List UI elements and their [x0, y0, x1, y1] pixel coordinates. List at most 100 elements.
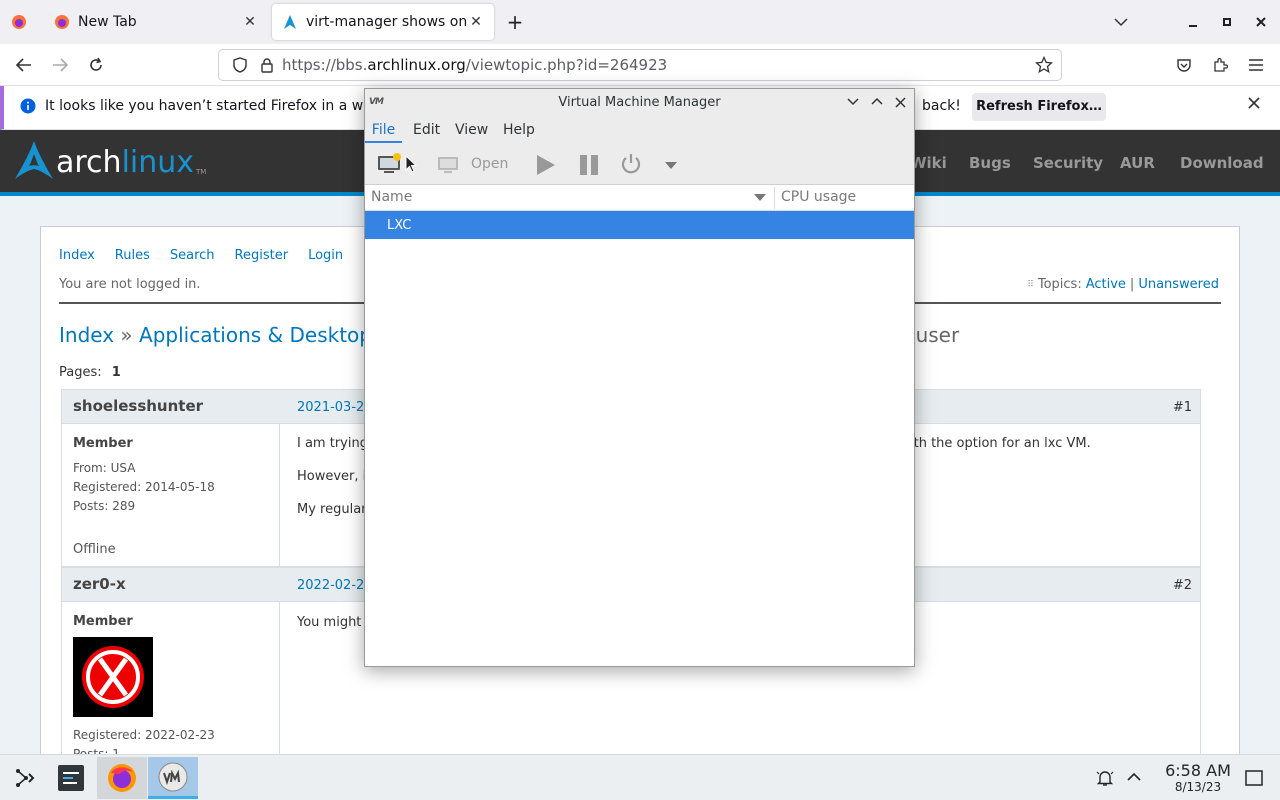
logo-text-linux: linux	[121, 145, 195, 180]
back-arrow-icon[interactable]	[10, 52, 38, 78]
nav-aur[interactable]: AUR	[1120, 130, 1155, 192]
column-cpu-usage[interactable]: CPU usage	[781, 189, 856, 205]
shield-icon[interactable]	[225, 57, 255, 73]
user-registered: Registered: 2022-02-23	[73, 728, 215, 742]
link-index[interactable]: Index	[59, 248, 95, 263]
arch-logo[interactable]: arch linux TM	[14, 140, 206, 180]
post-text-line: However, if	[297, 469, 371, 484]
power-icon[interactable]	[620, 153, 642, 175]
chevron-up-icon[interactable]	[871, 97, 883, 105]
arch-logo-icon	[15, 141, 53, 179]
dropdown-arrow-icon[interactable]	[665, 162, 677, 169]
pagination: Pages: 1	[59, 365, 121, 380]
user-role: Member	[73, 614, 133, 629]
lock-icon[interactable]	[255, 57, 279, 73]
vm-list-header: Name CPU usage	[365, 185, 914, 211]
nav-bugs[interactable]: Bugs	[969, 130, 1011, 192]
taskbar: 6:58 AM 8/13/23	[0, 754, 1280, 800]
menu-view[interactable]: View	[455, 117, 488, 143]
close-notification-icon[interactable]	[1248, 97, 1260, 109]
bookmark-star-icon[interactable]	[1035, 56, 1053, 74]
tab-new-tab[interactable]: New Tab ✕	[44, 4, 268, 40]
minimize-button[interactable]	[1176, 0, 1210, 44]
post-number[interactable]: #1	[1173, 400, 1192, 415]
task-manager-icon[interactable]	[46, 757, 96, 799]
tab-label: virt-manager shows only	[306, 14, 468, 30]
link-register[interactable]: Register	[235, 248, 289, 263]
nav-security[interactable]: Security	[1033, 130, 1103, 192]
open-console-icon[interactable]	[437, 156, 459, 174]
post-author[interactable]: zer0-x	[73, 575, 126, 593]
post-date[interactable]: 2021-03-26	[297, 400, 373, 415]
link-search[interactable]: Search	[170, 248, 215, 263]
topics-links: ⠿ Topics: Active | Unanswered	[1027, 277, 1219, 292]
vm-list-row[interactable]: LXC	[365, 211, 914, 239]
firefox-menu-icon[interactable]	[2, 0, 36, 44]
forum-links: Index Rules Search Register Login	[59, 248, 343, 263]
virt-manager-window: VM Virtual Machine Manager File Edit Vie…	[364, 88, 915, 667]
logo-text-arch: arch	[56, 145, 122, 180]
browser-tab-bar: New Tab ✕ virt-manager shows only ✕ +	[0, 0, 1280, 44]
post-text-line: My regular	[297, 502, 367, 517]
forward-arrow-icon[interactable]	[46, 52, 74, 78]
notifications-bell-icon[interactable]	[1096, 769, 1114, 787]
close-window-button[interactable]	[1244, 0, 1278, 44]
clock[interactable]: 6:58 AM 8/13/23	[1150, 761, 1246, 795]
breadcrumb: Index » Applications & Desktop En	[59, 323, 404, 347]
link-active-topics[interactable]: Active	[1086, 277, 1126, 292]
url-bar[interactable]: https://bbs.archlinux.org/viewtopic.php?…	[218, 49, 1062, 81]
tab-virt-manager[interactable]: virt-manager shows only ✕	[272, 4, 494, 40]
close-icon[interactable]	[895, 97, 906, 108]
chevron-down-icon[interactable]	[847, 98, 859, 106]
taskbar-firefox[interactable]	[97, 757, 147, 799]
app-launcher-icon[interactable]	[0, 757, 50, 799]
menu-help[interactable]: Help	[503, 117, 535, 143]
menu-file[interactable]: File	[365, 117, 402, 143]
menu-edit[interactable]: Edit	[413, 117, 440, 143]
pause-icon[interactable]	[579, 155, 599, 175]
post-number[interactable]: #2	[1173, 578, 1192, 593]
list-tabs-chevron-icon[interactable]	[1104, 0, 1138, 44]
sort-arrow-icon[interactable]	[754, 194, 766, 201]
navigation-toolbar: https://bbs.archlinux.org/viewtopic.php?…	[0, 44, 1280, 86]
open-button[interactable]: Open	[471, 156, 508, 172]
extensions-icon[interactable]	[1206, 52, 1234, 78]
play-icon[interactable]	[536, 155, 556, 175]
post-divider	[279, 424, 280, 567]
column-name[interactable]: Name	[371, 189, 412, 205]
post-date[interactable]: 2022-02-23	[297, 578, 373, 593]
link-unanswered-topics[interactable]: Unanswered	[1138, 277, 1219, 292]
avatar	[73, 637, 153, 717]
taskbar-virt-manager[interactable]	[148, 757, 198, 799]
show-desktop-icon[interactable]	[1245, 770, 1263, 786]
window-titlebar[interactable]: VM Virtual Machine Manager	[365, 89, 914, 117]
nav-wiki[interactable]: Wiki	[910, 130, 947, 192]
pocket-icon[interactable]	[1170, 52, 1198, 78]
hamburger-menu-icon[interactable]	[1242, 52, 1270, 78]
user-online-status: Offline	[73, 542, 116, 557]
link-login[interactable]: Login	[308, 248, 343, 263]
nav-download[interactable]: Download	[1180, 130, 1264, 192]
post-author[interactable]: shoelesshunter	[73, 397, 203, 415]
clock-time: 6:58 AM	[1165, 761, 1231, 780]
close-tab-icon[interactable]: ✕	[468, 14, 484, 30]
column-divider	[774, 187, 775, 209]
window-title: Virtual Machine Manager	[558, 95, 721, 110]
crumb-index[interactable]: Index	[59, 323, 114, 347]
link-rules[interactable]: Rules	[115, 248, 150, 263]
maximize-button[interactable]	[1210, 0, 1244, 44]
tray-expand-chevron-icon[interactable]	[1127, 772, 1141, 781]
reload-icon[interactable]	[82, 52, 110, 78]
new-vm-icon[interactable]	[377, 153, 403, 175]
refresh-firefox-button[interactable]: Refresh Firefox…	[972, 93, 1106, 121]
clock-date: 8/13/23	[1174, 780, 1222, 794]
menu-bar: File Edit View Help	[365, 117, 914, 143]
close-tab-icon[interactable]: ✕	[242, 14, 258, 30]
post-divider	[279, 602, 280, 762]
rss-dots-icon: ⠿	[1027, 279, 1034, 290]
notification-text-tail: back!	[922, 98, 961, 114]
login-status: You are not logged in.	[59, 277, 201, 292]
firefox-icon	[55, 15, 69, 29]
topics-separator: |	[1129, 277, 1135, 292]
new-tab-button[interactable]: +	[498, 0, 532, 44]
